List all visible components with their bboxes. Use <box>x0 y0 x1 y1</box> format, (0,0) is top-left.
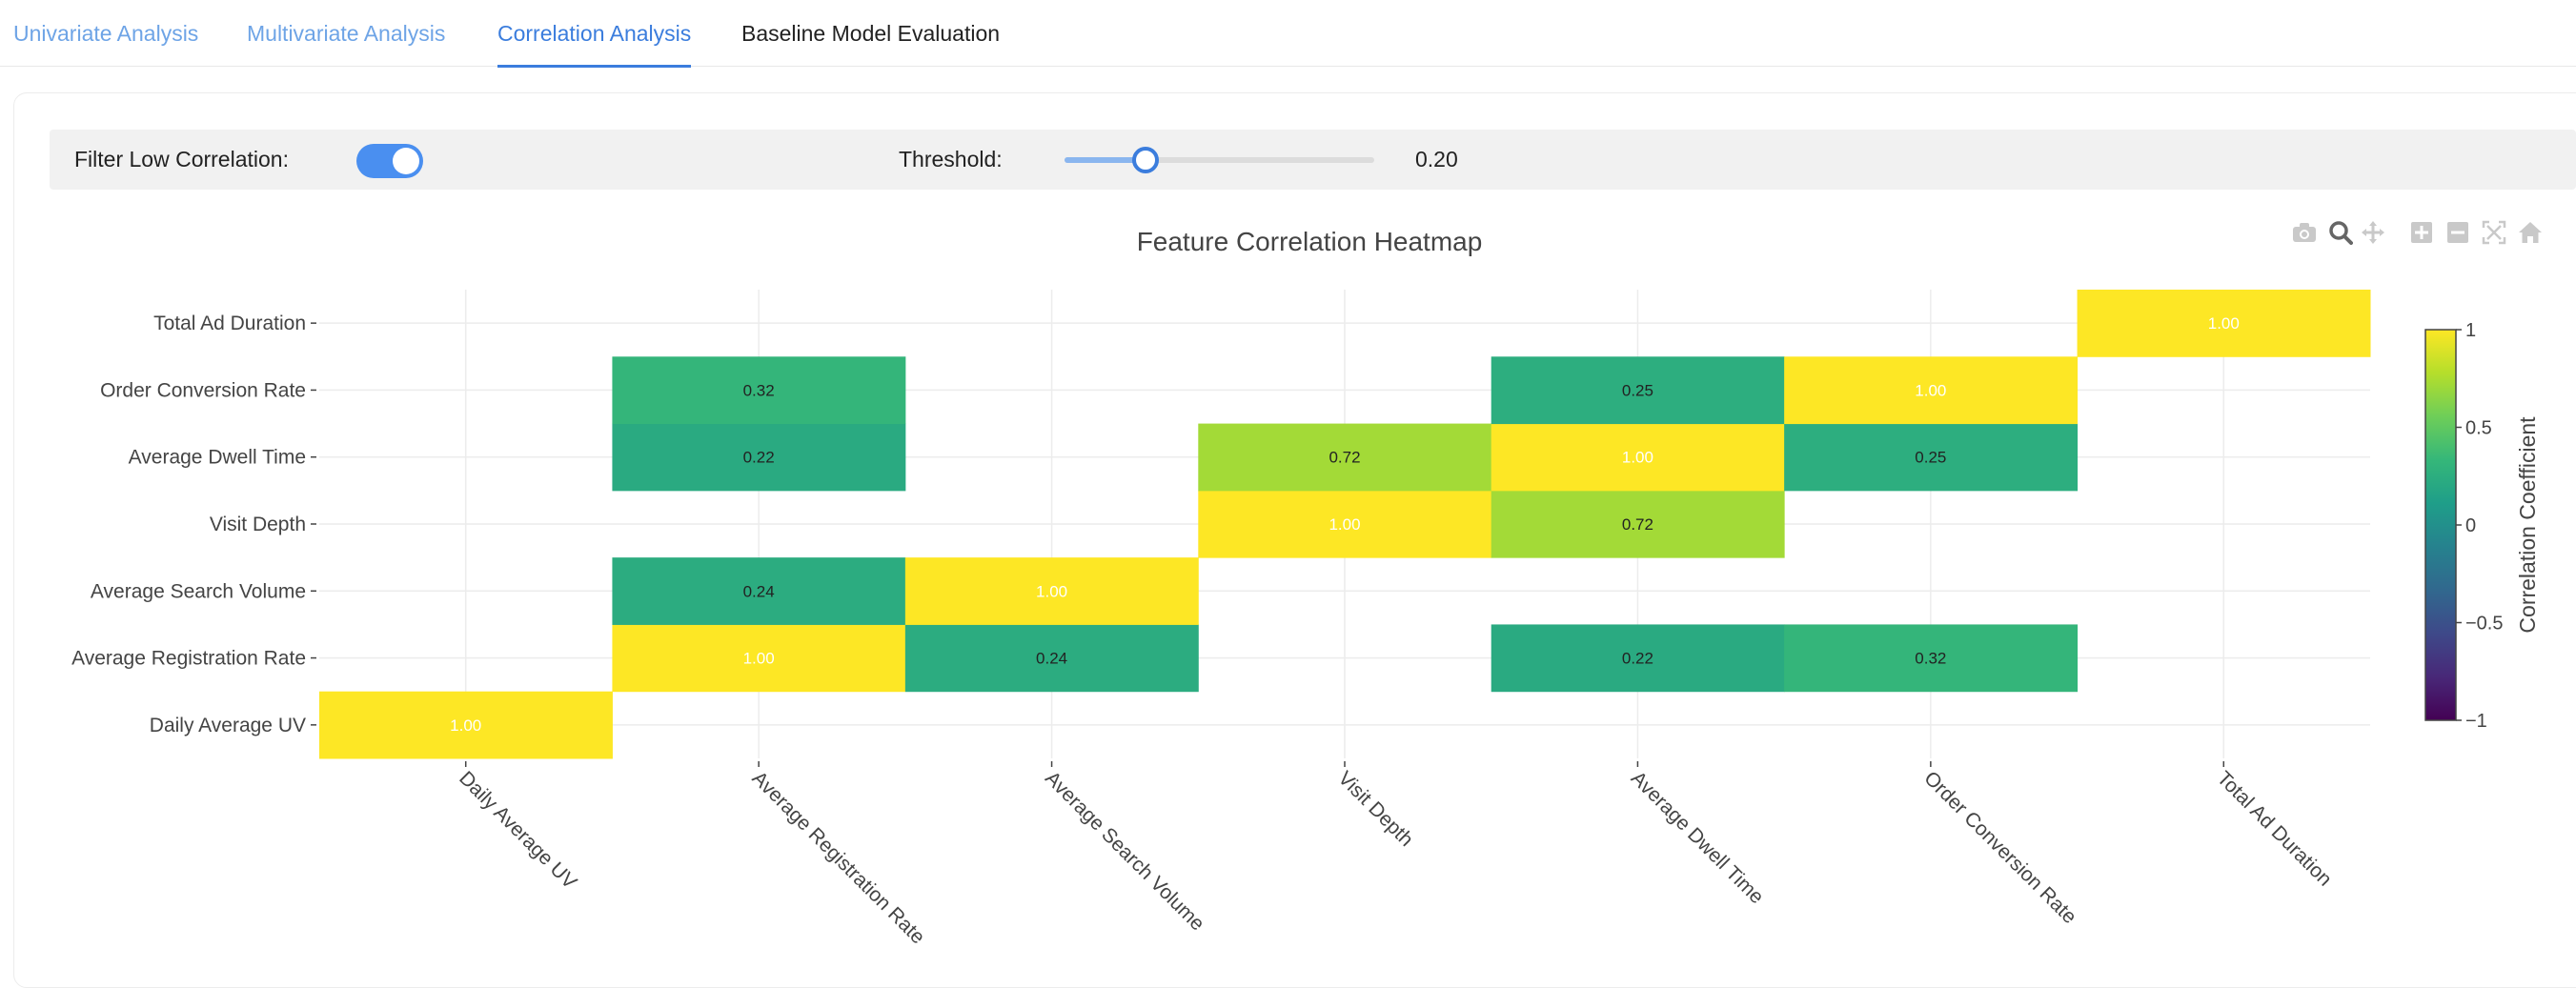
y-tick-label: Average Dwell Time <box>129 447 306 469</box>
colorbar-title: Correlation Coefficient <box>2515 416 2540 634</box>
x-tick-label: Average Registration Rate <box>748 767 929 948</box>
y-tick-label: Daily Average UV <box>150 715 306 736</box>
x-tick-label: Average Dwell Time <box>1627 767 1768 908</box>
x-tick-label: Daily Average UV <box>455 767 580 893</box>
cell-value-label: 1.00 <box>1329 515 1360 534</box>
cell-value-label: 0.25 <box>1915 449 1946 467</box>
y-tick-label: Total Ad Duration <box>153 313 306 334</box>
x-tick-label: Total Ad Duration <box>2213 767 2336 890</box>
colorbar: 1 0.5 0 −0.5 −1 <box>2424 320 2503 732</box>
y-tick-label: Visit Depth <box>210 514 306 535</box>
cell-value-label: 0.22 <box>743 449 775 467</box>
x-axis: Daily Average UV Average Registration Rat… <box>455 761 2336 948</box>
cell-value-label: 0.72 <box>1329 449 1360 467</box>
cell-value-label: 1.00 <box>1036 582 1067 600</box>
cell-value-label: 0.24 <box>1036 650 1067 668</box>
cell-value-label: 0.25 <box>1622 381 1653 399</box>
x-tick-label: Order Conversion Rate <box>1919 767 2080 928</box>
colorbar-tick-label: 1 <box>2465 320 2476 341</box>
colorbar-tick-label: 0.5 <box>2465 418 2492 439</box>
colorbar-tick-label: −0.5 <box>2465 614 2503 635</box>
y-tick-label: Average Registration Rate <box>71 648 306 670</box>
cell-value-label: 0.72 <box>1622 515 1653 534</box>
cell-value-label: 0.32 <box>1915 650 1946 668</box>
cell-value-label: 0.22 <box>1622 650 1653 668</box>
x-tick-label: Average Search Volume <box>1041 767 1208 935</box>
colorbar-tick-label: 0 <box>2465 515 2476 536</box>
y-tick-label: Average Search Volume <box>91 580 306 602</box>
y-axis: Daily Average UV Average Registration Rat… <box>71 313 316 736</box>
colorbar-gradient <box>2424 329 2457 721</box>
cell-value-label: 1.00 <box>450 716 481 735</box>
correlation-heatmap: 1.00 1.00 0.24 0.22 0.32 0.24 1.00 1.00 0.72 0.22… <box>71 227 2540 948</box>
cell-value-label: 0.24 <box>743 582 775 600</box>
x-tick-label: Visit Depth <box>1333 767 1417 851</box>
cell-value-label: 1.00 <box>2208 314 2240 333</box>
chart-title: Feature Correlation Heatmap <box>1137 227 1483 256</box>
y-tick-label: Order Conversion Rate <box>100 379 306 401</box>
cell-value-label: 1.00 <box>1915 381 1946 399</box>
colorbar-tick-label: −1 <box>2465 711 2487 732</box>
cell-value-label: 0.32 <box>743 381 775 399</box>
cell-value-label: 1.00 <box>1622 449 1653 467</box>
cell-value-label: 1.00 <box>743 650 775 668</box>
